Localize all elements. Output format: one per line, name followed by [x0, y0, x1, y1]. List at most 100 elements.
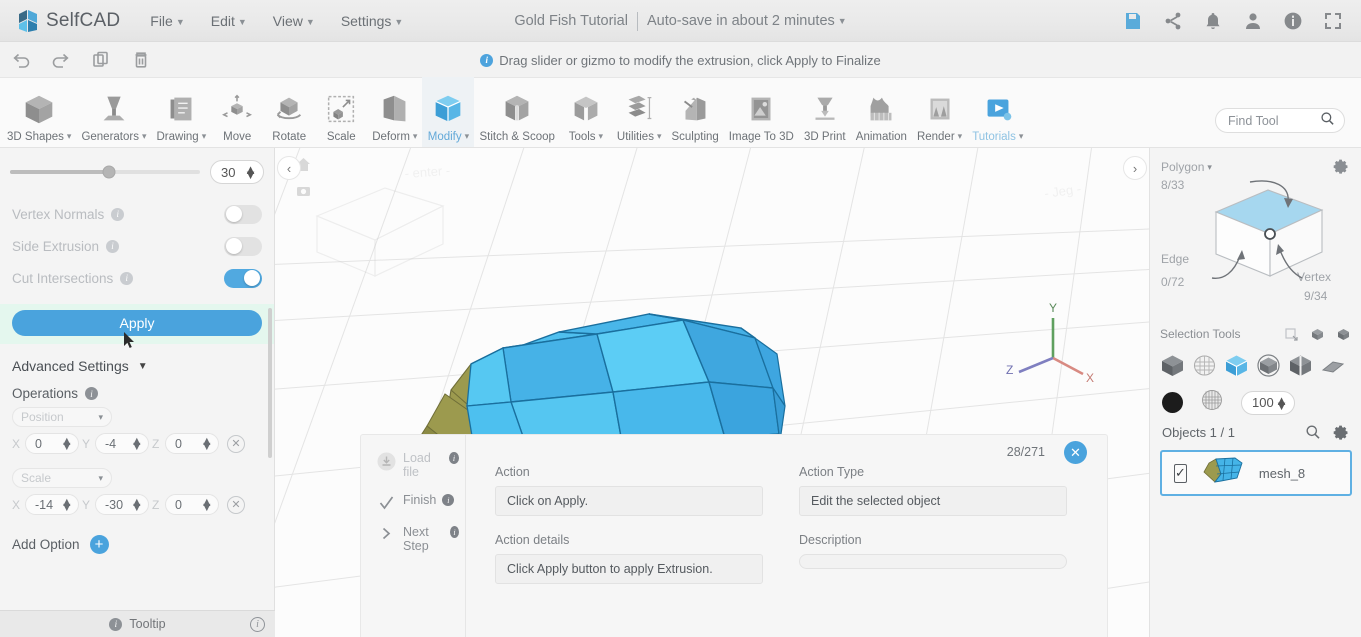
info-icon[interactable]: i [442, 494, 455, 506]
ribbon-item-generators[interactable]: Generators ▾ [76, 77, 151, 147]
apply-button[interactable]: Apply [12, 310, 262, 336]
stepper-arrows-icon[interactable]: ▲ ▼ [61, 495, 73, 513]
ribbon-item-stitch-and-scoop[interactable]: Stitch & Scoop [474, 77, 559, 147]
add-option-row[interactable]: Add Option + [0, 515, 274, 554]
scale-x-input[interactable]: -14 ▲ ▼ [25, 494, 79, 515]
tutorial-step-finish[interactable]: Finish i [361, 493, 465, 511]
action-input[interactable]: Click on Apply. [495, 486, 763, 516]
chevron-down-icon[interactable]: ▼ [138, 361, 148, 372]
info-icon[interactable]: i [450, 526, 459, 538]
redo-icon[interactable] [50, 49, 72, 71]
extrusion-slider[interactable] [10, 165, 200, 179]
notifications-bell-icon[interactable] [1203, 11, 1223, 31]
select-solid-icon[interactable] [1336, 327, 1351, 342]
toggle-cut-intersections[interactable]: Cut Intersections i [0, 262, 274, 294]
toggle-switch[interactable] [224, 236, 262, 256]
remove-operation-icon[interactable]: ✕ [227, 434, 245, 453]
select-box-icon[interactable] [1310, 327, 1325, 342]
ribbon-item-3d-print[interactable]: 3D Print [799, 77, 851, 147]
face-select-icon[interactable] [1319, 352, 1346, 379]
ribbon-item-utilities[interactable]: Utilities ▾ [612, 77, 667, 147]
position-y-input[interactable]: -4 ▲ ▼ [95, 433, 149, 454]
undo-icon[interactable] [10, 49, 32, 71]
edge-label[interactable]: Edge [1161, 252, 1189, 266]
menu-view[interactable]: View ▼ [273, 13, 315, 29]
stepper-arrows-icon[interactable]: ▲ ▼ [131, 495, 143, 513]
info-icon[interactable]: i [106, 239, 120, 253]
plus-icon[interactable]: + [89, 535, 109, 554]
ribbon-item-rotate[interactable]: Rotate [263, 77, 315, 147]
advanced-settings-header[interactable]: Advanced Settings ▼ [0, 344, 274, 374]
scale-z-input[interactable]: 0 ▲ ▼ [165, 494, 219, 515]
share-icon[interactable] [1163, 11, 1183, 31]
toggle-switch[interactable] [224, 204, 262, 224]
edge-select-icon[interactable] [1287, 352, 1314, 379]
object-visibility-checkbox[interactable]: ✓ [1174, 463, 1187, 483]
polygon-select-icon[interactable] [1223, 352, 1250, 379]
info-icon[interactable]: i [448, 452, 459, 464]
object-select-icon[interactable] [1159, 352, 1186, 379]
fullscreen-icon[interactable] [1323, 11, 1343, 31]
autosave-status[interactable]: Auto-save in about 2 minutes ▼ [647, 13, 847, 29]
info-icon[interactable]: i [109, 617, 123, 631]
description-input[interactable] [799, 554, 1067, 569]
ribbon-item-image-to-3d[interactable]: Image To 3D [724, 77, 799, 147]
action-details-input[interactable]: Click Apply button to apply Extrusion. [495, 554, 763, 584]
collapse-left-panel-button[interactable]: ‹ [277, 156, 301, 180]
select-through-icon[interactable] [1284, 327, 1299, 342]
stepper-arrows-icon[interactable]: ▲ ▼ [1275, 394, 1288, 412]
ribbon-item-3d-shapes[interactable]: 3D Shapes ▾ [2, 77, 76, 147]
ribbon-item-tutorials[interactable]: Tutorials ▾ [967, 77, 1028, 147]
toggle-switch[interactable] [224, 268, 262, 288]
menu-edit[interactable]: Edit ▼ [211, 13, 247, 29]
ribbon-item-tools[interactable]: Tools ▾ [560, 77, 612, 147]
ribbon-item-drawing[interactable]: Drawing ▾ [152, 77, 212, 147]
operation-type-select[interactable]: Scale ▾ [12, 468, 112, 488]
search-icon[interactable] [1305, 424, 1321, 440]
account-user-icon[interactable] [1243, 11, 1263, 31]
find-tool-input[interactable] [1228, 113, 1318, 128]
ribbon-item-move[interactable]: Move [211, 77, 263, 147]
action-type-input[interactable]: Edit the selected object [799, 486, 1067, 516]
stepper-arrows-icon[interactable]: ▲ ▼ [201, 495, 213, 513]
left-panel-scrollbar[interactable] [268, 308, 272, 458]
stepper-arrows-icon[interactable]: ▲ ▼ [244, 163, 257, 181]
info-icon[interactable] [1283, 11, 1303, 31]
operation-type-select[interactable]: Position ▾ [12, 407, 112, 427]
scale-y-input[interactable]: -30 ▲ ▼ [95, 494, 149, 515]
search-icon[interactable] [1320, 111, 1335, 131]
tutorial-step-next[interactable]: Next Step i [361, 525, 465, 553]
position-z-input[interactable]: 0 ▲ ▼ [165, 433, 219, 454]
collapse-right-panel-button[interactable]: › [1123, 156, 1147, 180]
tutorial-step-load-file[interactable]: Load file i [361, 451, 465, 479]
slider-knob[interactable] [102, 165, 116, 179]
ribbon-item-sculpting[interactable]: Sculpting [666, 77, 723, 147]
camera-icon[interactable] [295, 182, 312, 199]
copy-icon[interactable] [90, 49, 112, 71]
ribbon-item-render[interactable]: Render ▾ [912, 77, 967, 147]
menu-settings[interactable]: Settings ▼ [341, 13, 404, 29]
delete-trash-icon[interactable] [130, 49, 152, 71]
brand-logo[interactable]: SelfCAD [0, 8, 120, 34]
ribbon-item-animation[interactable]: Animation [851, 77, 912, 147]
toggle-vertex-normals[interactable]: Vertex Normals i [0, 198, 274, 230]
texture-icon[interactable] [1201, 389, 1223, 416]
toggle-side-extrusion[interactable]: Side Extrusion i [0, 230, 274, 262]
info-icon[interactable]: i [250, 616, 265, 632]
circle-select-icon[interactable] [1255, 352, 1282, 379]
stepper-arrows-icon[interactable]: ▲ ▼ [61, 434, 73, 452]
info-icon[interactable]: i [85, 387, 99, 400]
polygon-label[interactable]: Polygon ▾ [1161, 160, 1212, 174]
info-icon[interactable]: i [120, 271, 134, 285]
stepper-arrows-icon[interactable]: ▲ ▼ [201, 434, 213, 452]
info-icon[interactable]: i [111, 207, 125, 221]
find-tool-container[interactable] [1215, 108, 1345, 133]
ribbon-item-modify[interactable]: Modify ▾ [422, 77, 475, 147]
material-color-swatch[interactable] [1162, 392, 1183, 413]
remove-operation-icon[interactable]: ✕ [227, 495, 245, 514]
save-icon[interactable] [1123, 11, 1143, 31]
ribbon-item-deform[interactable]: Deform ▾ [367, 77, 422, 147]
menu-file[interactable]: File ▼ [150, 13, 184, 29]
ribbon-item-scale[interactable]: Scale [315, 77, 367, 147]
gear-icon[interactable] [1333, 424, 1349, 440]
